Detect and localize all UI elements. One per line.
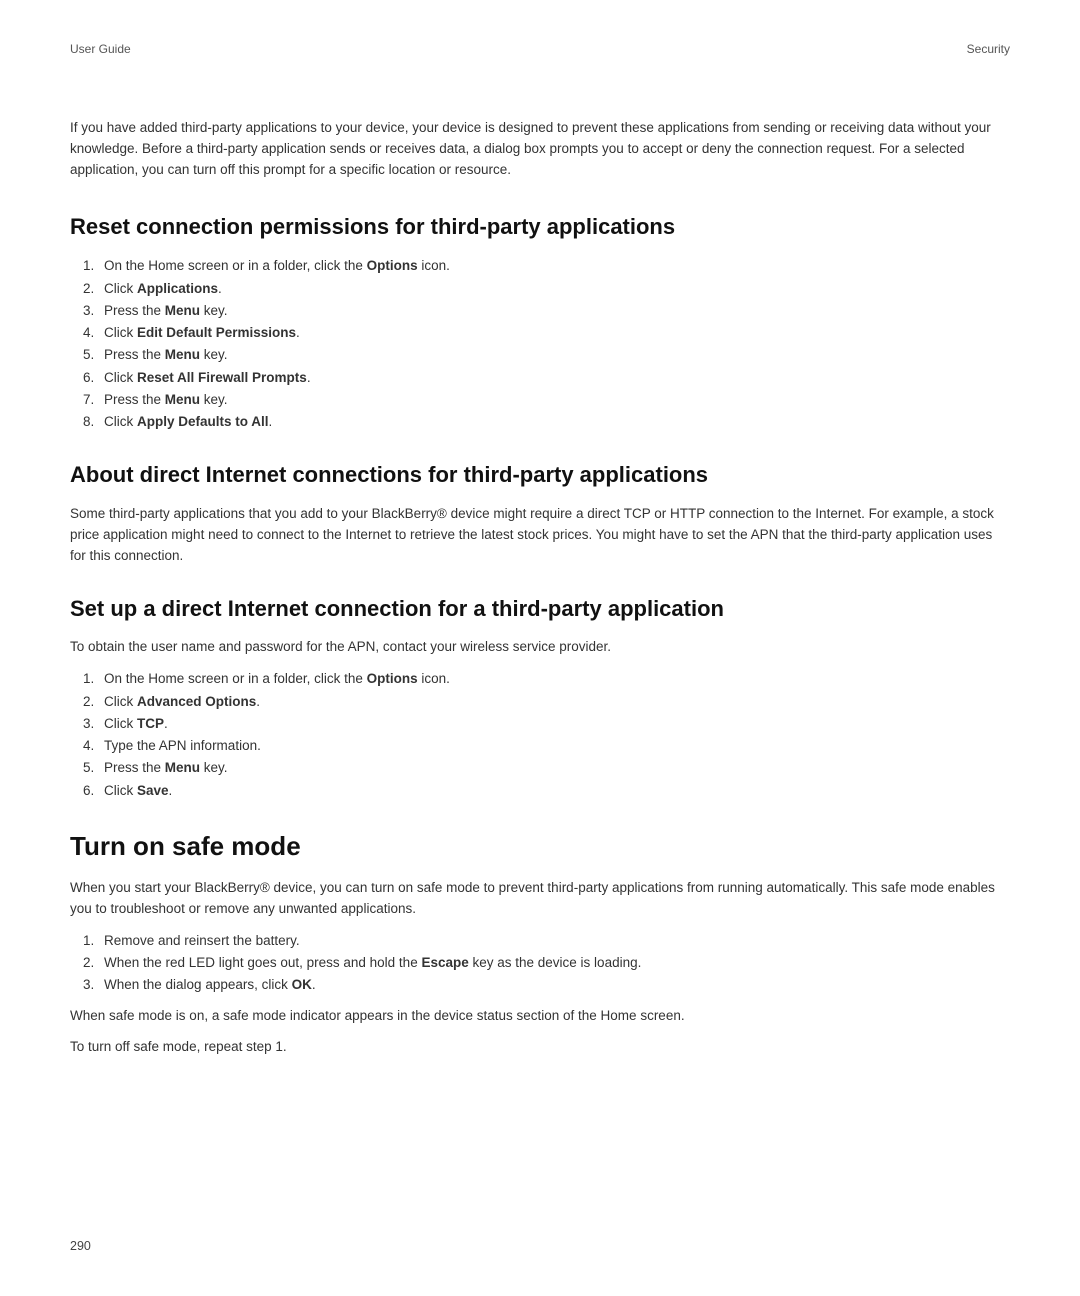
section-title-reset-connection: Reset connection permissions for third-p… — [70, 213, 1010, 242]
sections-container: Reset connection permissions for third-p… — [70, 213, 1010, 1058]
step-item: Press the Menu key. — [98, 344, 1010, 366]
section-title-set-up-direct-internet: Set up a direct Internet connection for … — [70, 595, 1010, 624]
header-left: User Guide — [70, 40, 131, 58]
step-item: Click Reset All Firewall Prompts. — [98, 367, 1010, 389]
section-turn-on-safe-mode: Turn on safe mode When you start your Bla… — [70, 830, 1010, 1058]
page-number: 290 — [70, 1237, 91, 1256]
section-set-up-direct-internet: Set up a direct Internet connection for … — [70, 595, 1010, 802]
step-item: Press the Menu key. — [98, 757, 1010, 779]
section-reset-connection: Reset connection permissions for third-p… — [70, 213, 1010, 434]
step-item: When the dialog appears, click OK. — [98, 974, 1010, 996]
step-item: Click Advanced Options. — [98, 691, 1010, 713]
steps-list-reset-connection: On the Home screen or in a folder, click… — [70, 255, 1010, 433]
page: User Guide Security If you have added th… — [0, 0, 1080, 1296]
step-item: Press the Menu key. — [98, 300, 1010, 322]
section-intro-set-up-direct-internet: To obtain the user name and password for… — [70, 637, 1010, 658]
page-header: User Guide Security — [70, 40, 1010, 58]
step-item: Type the APN information. — [98, 735, 1010, 757]
intro-paragraph: If you have added third-party applicatio… — [70, 118, 1010, 181]
step-item: Click Apply Defaults to All. — [98, 411, 1010, 433]
step-item: Click Save. — [98, 780, 1010, 802]
header-right: Security — [967, 40, 1010, 58]
step-item: Click Edit Default Permissions. — [98, 322, 1010, 344]
section-body-about-direct-internet: Some third-party applications that you a… — [70, 504, 1010, 567]
steps-list-set-up-direct-internet: On the Home screen or in a folder, click… — [70, 668, 1010, 802]
step-item: Click TCP. — [98, 713, 1010, 735]
step-item: Remove and reinsert the battery. — [98, 930, 1010, 952]
step-item: Press the Menu key. — [98, 389, 1010, 411]
section-about-direct-internet: About direct Internet connections for th… — [70, 461, 1010, 566]
section-title-turn-on-safe-mode: Turn on safe mode — [70, 830, 1010, 864]
step-item: On the Home screen or in a folder, click… — [98, 255, 1010, 277]
section-body-turn-on-safe-mode: When you start your BlackBerry® device, … — [70, 878, 1010, 920]
after-steps-note-2: To turn off safe mode, repeat step 1. — [70, 1037, 1010, 1058]
step-item: Click Applications. — [98, 278, 1010, 300]
section-title-about-direct-internet: About direct Internet connections for th… — [70, 461, 1010, 490]
step-item: On the Home screen or in a folder, click… — [98, 668, 1010, 690]
steps-list-turn-on-safe-mode: Remove and reinsert the battery.When the… — [70, 930, 1010, 997]
step-item: When the red LED light goes out, press a… — [98, 952, 1010, 974]
after-steps-note: When safe mode is on, a safe mode indica… — [70, 1006, 1010, 1027]
